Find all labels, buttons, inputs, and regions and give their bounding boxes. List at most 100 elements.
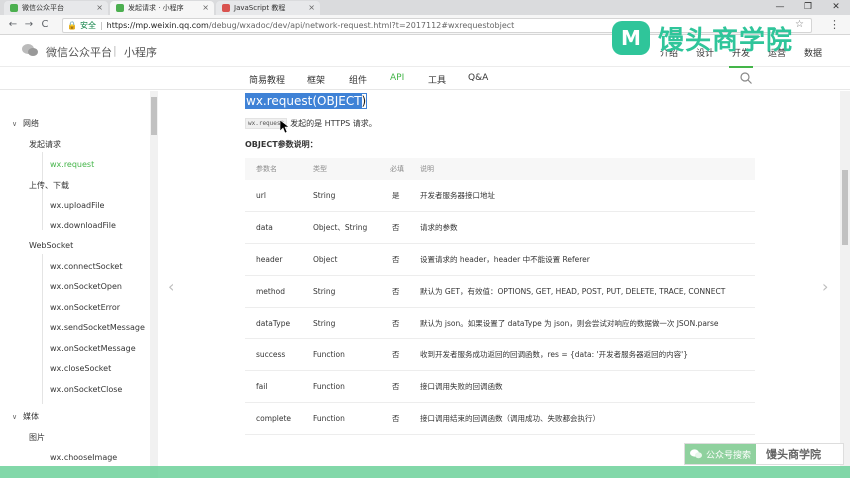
next-page-arrow-icon[interactable]: › [822, 277, 828, 296]
sidebar-item-close-socket[interactable]: wx.closeSocket [50, 364, 111, 373]
badge-right-text: 馒头商学院 [766, 448, 822, 461]
param-required: 否 [372, 307, 409, 340]
security-label: 安全 [79, 21, 96, 30]
params-section-title: OBJECT参数说明： [245, 140, 318, 149]
table-row: data Object、String 否 请求的参数 [245, 211, 755, 245]
param-name: dataType [245, 307, 302, 340]
wechat-logo-icon [22, 44, 38, 56]
bookmark-star-icon[interactable]: ☆ [795, 19, 804, 30]
subnav-tutorial[interactable]: 简易教程 [249, 73, 285, 86]
subnav-api[interactable]: API [390, 73, 404, 83]
browser-tabstrip: 微信公众平台 × 发起请求 · 小程序 × JavaScript 教程 × — … [0, 0, 850, 15]
param-name: method [245, 275, 302, 308]
back-button[interactable]: ← [6, 18, 20, 32]
description-text: 发起的是 HTTPS 请求。 [290, 119, 377, 128]
video-overlay-bar [0, 466, 850, 478]
main-content: wx.request(OBJECT) wx.request 发起的是 HTTPS… [158, 91, 840, 478]
param-required: 否 [372, 338, 409, 372]
minimize-button[interactable]: — [766, 0, 794, 15]
subnav-qa[interactable]: Q&A [468, 73, 488, 83]
sidebar-item-send-socket-message[interactable]: wx.sendSocketMessage [50, 323, 145, 332]
site-brand-sub[interactable]: 小程序 [124, 44, 157, 60]
sidebar-scrollbar-thumb[interactable] [151, 97, 157, 135]
watermark-text: 馒头商学院 [658, 25, 794, 56]
column-header-type: 类型 [302, 158, 372, 180]
topnav-data[interactable]: 数据 [804, 46, 822, 59]
browser-tab-0[interactable]: 微信公众平台 × [4, 1, 108, 15]
sidebar-item-media[interactable]: 媒体 [23, 411, 39, 422]
sidebar-item-choose-image[interactable]: wx.chooseImage [50, 453, 117, 462]
brand-separator: | [113, 44, 117, 57]
forward-button[interactable]: → [22, 18, 36, 32]
sidebar-item-upload-file[interactable]: wx.uploadFile [50, 201, 104, 210]
close-window-button[interactable]: ✕ [822, 0, 850, 15]
browser-tab-2[interactable]: JavaScript 教程 × [216, 1, 320, 15]
param-required: 否 [372, 243, 409, 276]
sidebar-item-network[interactable]: 网络 [23, 118, 39, 129]
sidebar-item-websocket[interactable]: WebSocket [29, 241, 73, 250]
param-required: 否 [372, 402, 409, 435]
mouse-cursor-icon [280, 120, 290, 134]
prev-page-arrow-icon[interactable]: ‹ [168, 277, 174, 296]
table-row: complete Function 否 接口调用结束的回调函数（调用成功、失败都… [245, 402, 755, 435]
sidebar-item-upload-download[interactable]: 上传、下载 [29, 180, 69, 191]
param-name: complete [245, 402, 302, 435]
param-name: success [245, 338, 302, 372]
page-title-selected: wx.request(OBJECT [246, 94, 362, 108]
param-description: 收到开发者服务成功返回的回调函数，res = {data: '开发者服务器返回的… [409, 338, 755, 372]
browser-tab-1[interactable]: 发起请求 · 小程序 × [110, 1, 214, 15]
watermark-logo: M 馒头商学院 [612, 20, 793, 56]
tab-close-icon[interactable]: × [308, 3, 315, 12]
chevron-down-icon[interactable]: ∨ [12, 120, 17, 128]
sidebar-item-download-file[interactable]: wx.downloadFile [50, 221, 116, 230]
sidebar-item-wx-request[interactable]: wx.request [50, 160, 94, 169]
page-title: wx.request(OBJECT) [245, 93, 368, 109]
subnav-framework[interactable]: 框架 [307, 73, 325, 86]
tab-close-icon[interactable]: × [96, 3, 103, 12]
reload-button[interactable]: C [38, 18, 52, 32]
subnav-components[interactable]: 组件 [349, 73, 367, 86]
tab-title: 发起请求 · 小程序 [128, 4, 184, 12]
param-required: 否 [372, 275, 409, 308]
url-host: https://mp.weixin.qq.com [106, 21, 209, 30]
param-description: 请求的参数 [409, 211, 755, 245]
chevron-down-icon[interactable]: ∨ [12, 413, 17, 421]
tab-close-icon[interactable]: × [202, 3, 209, 12]
main-scrollbar[interactable] [840, 91, 850, 478]
browser-menu-icon[interactable]: ⋮ [829, 18, 840, 31]
main-scrollbar-thumb[interactable] [842, 170, 848, 245]
param-type: Function [302, 402, 372, 435]
sidebar-item-on-socket-open[interactable]: wx.onSocketOpen [50, 282, 122, 291]
sidebar-item-on-socket-message[interactable]: wx.onSocketMessage [50, 344, 136, 353]
tab-title: 微信公众平台 [22, 4, 64, 12]
param-type: String [302, 307, 372, 340]
window-controls: — ❐ ✕ [766, 0, 850, 15]
params-table: 参数名 类型 必填 说明 url String 是 开发者服务器接口地址 dat… [245, 158, 755, 435]
wechat-favicon-icon [116, 4, 124, 12]
table-row: fail Function 否 接口调用失败的回调函数 [245, 370, 755, 404]
sidebar-item-image[interactable]: 图片 [29, 432, 45, 443]
sidebar-tree-line [42, 254, 43, 404]
page-title-tail: ) [361, 94, 367, 108]
badge-left-text: 公众号搜索 [706, 450, 752, 461]
sidebar-item-connect-socket[interactable]: wx.connectSocket [50, 262, 123, 271]
lock-icon: 🔒 [67, 21, 77, 30]
subnav-tools[interactable]: 工具 [428, 73, 446, 86]
sidebar-item-on-socket-error[interactable]: wx.onSocketError [50, 303, 120, 312]
param-name: url [245, 180, 302, 213]
search-public-account-badge: 公众号搜索 馒头商学院 [684, 443, 844, 465]
wechat-favicon-icon [10, 4, 18, 12]
docs-subnav: 简易教程 框架 组件 API 工具 Q&A [0, 68, 850, 90]
param-required: 是 [372, 180, 409, 213]
watermark-badge-icon: M [612, 21, 650, 55]
param-type: Function [302, 338, 372, 372]
sidebar-scrollbar[interactable] [150, 91, 158, 478]
sidebar-item-on-socket-close[interactable]: wx.onSocketClose [50, 385, 122, 394]
sidebar-item-request[interactable]: 发起请求 [29, 139, 61, 150]
maximize-button[interactable]: ❐ [794, 0, 822, 15]
param-required: 否 [372, 211, 409, 245]
site-brand[interactable]: 微信公众平台 [46, 44, 112, 60]
param-type: String [302, 180, 372, 213]
search-icon[interactable] [740, 72, 752, 84]
table-row: success Function 否 收到开发者服务成功返回的回调函数，res … [245, 338, 755, 372]
